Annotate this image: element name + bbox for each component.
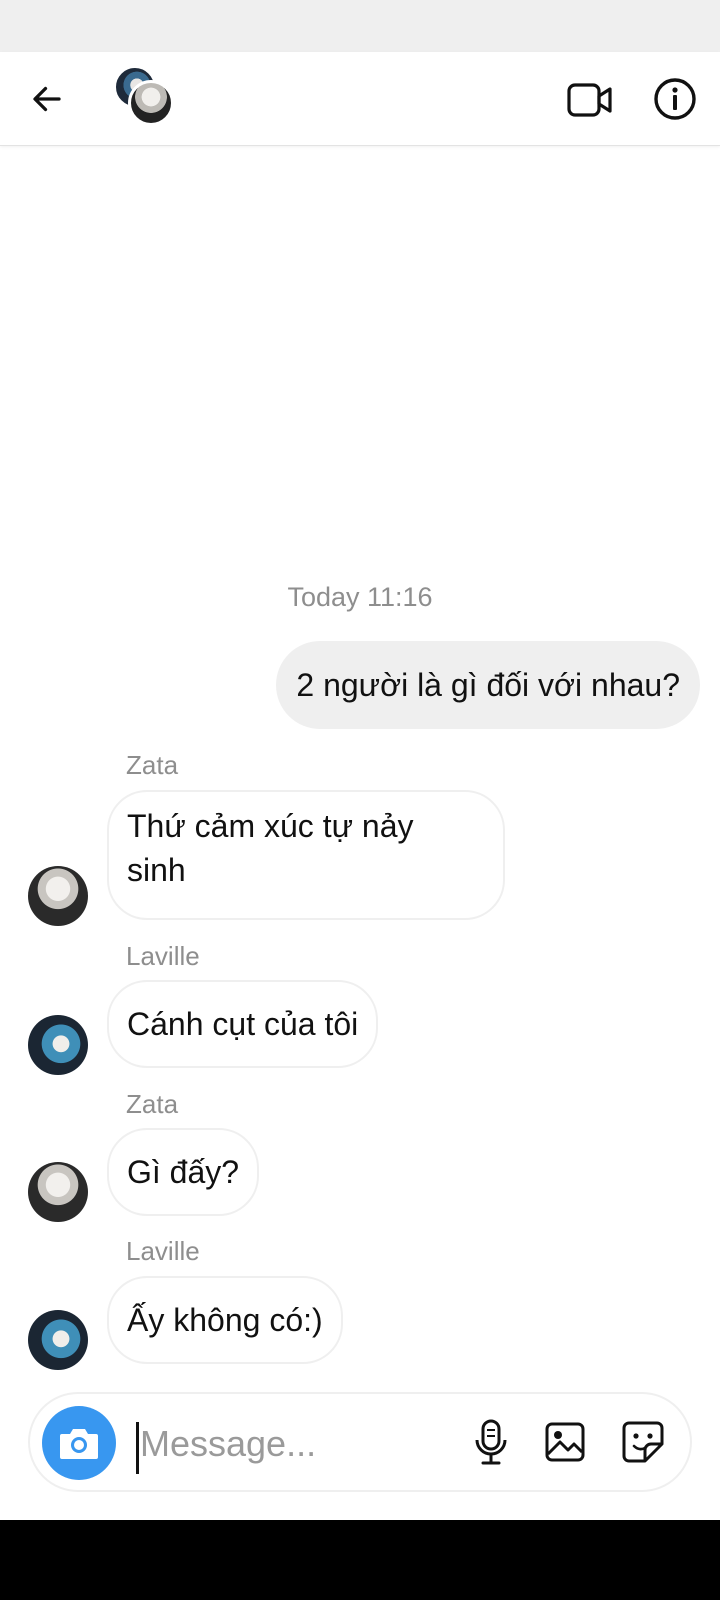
sticker-icon [622, 1421, 664, 1463]
arrow-left-icon [33, 86, 61, 112]
incoming-message-bubble[interactable]: Cánh cụt của tôi [107, 980, 379, 1068]
message-input[interactable] [140, 1414, 440, 1474]
sender-name: Laville [126, 1236, 200, 1266]
incoming-message-bubble[interactable]: Thứ cảm xúc tự nảy sinh [107, 790, 505, 920]
video-call-button[interactable] [566, 76, 614, 124]
message-composer [28, 1392, 692, 1492]
system-navigation-bar [0, 1520, 720, 1600]
sender-name: Zata [126, 750, 179, 780]
voice-message-button[interactable] [466, 1416, 516, 1468]
avatar-zata-small [128, 80, 174, 126]
incoming-message-bubble[interactable]: Ấy không có:) [107, 1276, 343, 1364]
info-button[interactable] [650, 74, 700, 124]
camera-icon [60, 1429, 98, 1459]
back-button[interactable] [22, 74, 72, 124]
incoming-message-bubble[interactable]: Gì đấy? [107, 1128, 260, 1216]
gallery-button[interactable] [540, 1416, 590, 1468]
video-camera-icon [567, 83, 612, 117]
sticker-button[interactable] [618, 1416, 668, 1468]
avatar-zata[interactable] [28, 1162, 88, 1222]
message-line: Thứ cảm xúc tự nảy [127, 808, 414, 844]
sender-name: Zata [126, 1089, 179, 1119]
avatar-zata[interactable] [28, 866, 88, 926]
group-avatar[interactable] [114, 66, 178, 126]
camera-button[interactable] [42, 1406, 116, 1480]
avatar-laville[interactable] [28, 1310, 88, 1370]
status-bar [0, 0, 720, 52]
chat-header [0, 52, 720, 146]
sender-name: Laville [126, 941, 200, 971]
image-gallery-icon [545, 1422, 585, 1462]
text-cursor [136, 1422, 139, 1474]
message-line: sinh [127, 852, 186, 888]
avatar-laville[interactable] [28, 1015, 88, 1075]
thread-timestamp: Today 11:16 [287, 582, 433, 612]
outgoing-message-bubble[interactable]: 2 người là gì đối với nhau? [276, 641, 700, 729]
microphone-icon [475, 1419, 507, 1465]
info-circle-icon [654, 78, 696, 120]
